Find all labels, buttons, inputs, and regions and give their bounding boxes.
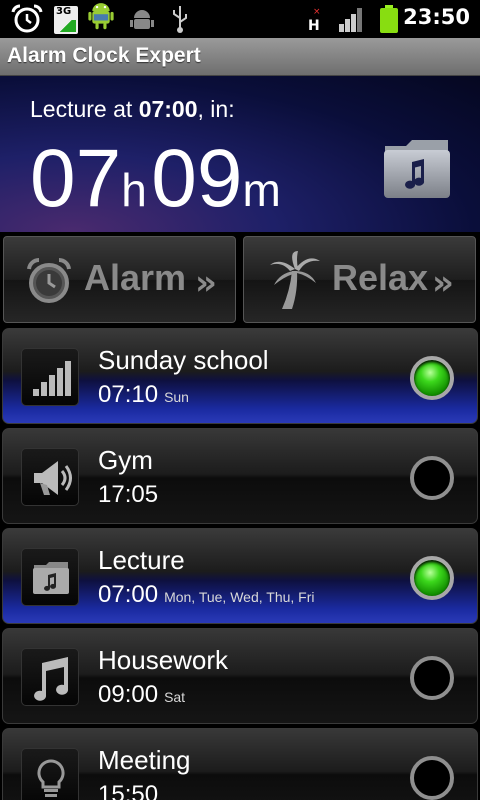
next-alarm-time: 07:00 [138,96,198,122]
alarm-icon-box [21,348,79,406]
alarm-item-gym[interactable]: Gym 17:05 [2,428,478,524]
music-note-icon [34,657,69,701]
music-folder-icon [33,562,69,594]
network-h-icon: H × [308,7,321,34]
alarm-name: Housework [98,645,229,675]
alarm-button[interactable]: Alarm » [3,236,236,323]
alarm-toggle[interactable] [410,356,454,400]
alarm-time: 07:10 Sun [98,381,189,408]
alarm-days: Mon, Tue, Wed, Thu, Fri [164,589,315,605]
chevron-right-icon: » [195,263,217,303]
megaphone-icon [34,461,72,495]
usb-icon [173,6,187,33]
alarm-time: 07:00 Mon, Tue, Wed, Thu, Fri [98,581,315,608]
android-icon [88,3,114,30]
relax-button[interactable]: Relax » [243,236,476,323]
alarm-time: 15:50 [98,781,159,800]
alarm-name: Lecture [98,545,185,575]
3g-icon: 3G [54,6,78,34]
alarm-clock-icon [11,4,43,33]
countdown: 07h 09m [30,134,281,224]
svg-text:H: H [308,18,320,34]
alarm-toggle[interactable] [410,556,454,600]
signal-bars-icon [33,361,71,396]
alarm-icon-box [21,648,79,706]
status-time: 23:50 [403,5,470,29]
alarm-name: Sunday school [98,345,269,375]
next-alarm-caption: Lecture at 07:00, in: [30,96,235,122]
light-bulb-icon [37,759,65,797]
alarm-time: 09:00 Sat [98,681,186,708]
minutes-unit: m [242,164,281,216]
hours-unit: h [121,164,147,216]
alarm-icon-box [21,448,79,506]
alarm-item-lecture[interactable]: Lecture 07:00 Mon, Tue, Wed, Thu, Fri [2,528,478,624]
alarm-button-label: Alarm [84,257,187,298]
debug-icon [130,10,154,29]
countdown-hours: 07 [30,133,122,224]
alarm-toggle[interactable] [410,756,454,800]
alarm-toggle[interactable] [410,656,454,700]
alarm-icon-box [21,748,79,800]
app-title: Alarm Clock Expert [7,44,201,67]
alarm-name: Gym [98,445,153,475]
alarm-toggle[interactable] [410,456,454,500]
alarm-time: 17:05 [98,481,159,508]
signal-icon [339,8,362,32]
relax-button-label: Relax [332,257,429,298]
alarm-days: Sat [164,689,186,705]
palm-tree-icon [270,251,320,309]
music-folder-icon[interactable] [382,136,452,200]
chevron-right-icon: » [432,263,454,303]
alarm-icon-box [21,548,79,606]
status-bar: 3G H × 23:50 [0,0,480,38]
alarm-days: Sun [164,389,189,405]
battery-icon [380,5,398,33]
svg-text:×: × [313,7,321,17]
alarm-item-sunday-school[interactable]: Sunday school 07:10 Sun [2,328,478,424]
next-alarm-header: Lecture at 07:00, in: 07h 09m [0,76,480,232]
title-bar: Alarm Clock Expert [0,38,480,76]
alarm-clock-icon [27,257,71,303]
countdown-minutes: 09 [151,133,243,224]
alarm-item-housework[interactable]: Housework 09:00 Sat [2,628,478,724]
alarm-item-meeting[interactable]: Meeting 15:50 [2,728,478,800]
alarm-name: Meeting [98,745,191,775]
